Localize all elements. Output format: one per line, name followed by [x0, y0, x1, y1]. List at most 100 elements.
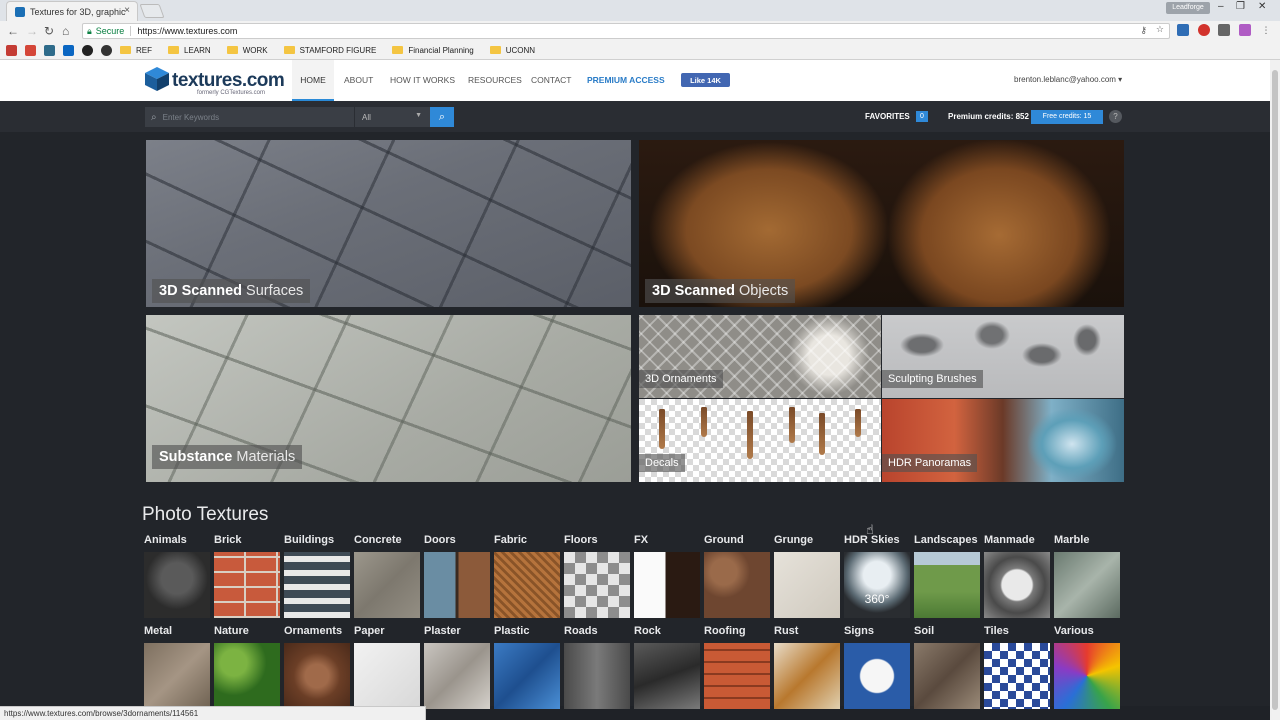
category-tiles[interactable]: Tiles — [984, 625, 1050, 709]
search-button[interactable]: ⌕ — [430, 107, 454, 127]
category-thumbnail[interactable] — [634, 643, 700, 709]
user-account-menu[interactable]: brenton.leblanc@yahoo.com ▾ — [1014, 75, 1122, 84]
extension-2-icon[interactable] — [1198, 24, 1210, 36]
logo-cube-icon[interactable] — [144, 66, 170, 92]
category-thumbnail[interactable] — [354, 643, 420, 709]
bookmark-star-icon[interactable]: ☆ — [1156, 24, 1164, 35]
nav-about[interactable]: ABOUT — [344, 60, 373, 101]
url-text[interactable]: https://www.textures.com — [137, 26, 237, 36]
profile-badge[interactable]: Leadforge — [1166, 2, 1210, 14]
category-thumbnail[interactable] — [494, 552, 560, 618]
omnibox[interactable]: 🔒︎ Secure https://www.textures.com ⚷ ☆ — [82, 23, 1170, 39]
search-input[interactable]: ⌕ Enter Keywords — [145, 107, 354, 127]
free-credits-button[interactable]: Free credits: 15 — [1031, 110, 1103, 124]
category-brick[interactable]: Brick — [214, 534, 280, 618]
bulb-icon[interactable] — [101, 44, 112, 56]
category-plastic[interactable]: Plastic — [494, 625, 560, 709]
category-thumbnail[interactable] — [844, 643, 910, 709]
category-ornaments[interactable]: Ornaments — [284, 625, 350, 709]
category-buildings[interactable]: Buildings — [284, 534, 350, 618]
category-thumbnail[interactable] — [214, 643, 280, 709]
category-metal[interactable]: Metal — [144, 625, 210, 709]
minimize-button[interactable]: – — [1218, 1, 1224, 12]
mail-icon[interactable] — [6, 44, 17, 56]
tab-close-icon[interactable]: × — [124, 5, 130, 16]
category-thumbnail[interactable] — [704, 552, 770, 618]
nav-how-it-works[interactable]: HOW IT WORKS — [390, 60, 455, 101]
category-plaster[interactable]: Plaster — [424, 625, 490, 709]
key-icon[interactable]: ⚷ — [1140, 25, 1147, 36]
bookmark-ref[interactable]: REF — [120, 46, 152, 55]
category-fx[interactable]: FX — [634, 534, 700, 618]
category-floors[interactable]: Floors — [564, 534, 630, 618]
category-thumbnail[interactable] — [1054, 643, 1120, 709]
category-thumbnail[interactable] — [144, 643, 210, 709]
gmail-icon[interactable] — [25, 44, 36, 56]
extension-1-icon[interactable] — [1177, 24, 1189, 36]
extension-4-icon[interactable] — [1239, 24, 1251, 36]
category-concrete[interactable]: Concrete — [354, 534, 420, 618]
category-rust[interactable]: Rust — [774, 625, 840, 709]
forward-arrow-icon[interactable]: → — [26, 24, 38, 38]
menu-icon[interactable]: ⋮ — [1260, 24, 1272, 36]
bookmark-stamford-figure[interactable]: STAMFORD FIGURE — [283, 46, 376, 55]
category-soil[interactable]: Soil — [914, 625, 980, 709]
category-thumbnail[interactable] — [284, 552, 350, 618]
category-thumbnail[interactable] — [914, 552, 980, 618]
extension-3-icon[interactable] — [1218, 24, 1230, 36]
category-thumbnail[interactable] — [354, 552, 420, 618]
category-thumbnail[interactable] — [914, 643, 980, 709]
category-manmade[interactable]: Manmade — [984, 534, 1050, 618]
category-marble[interactable]: Marble — [1054, 534, 1120, 618]
category-fabric[interactable]: Fabric — [494, 534, 560, 618]
category-select[interactable]: All ▼ — [355, 107, 430, 127]
tile-3d-scanned-surfaces[interactable]: 3D Scanned Surfaces — [146, 140, 631, 307]
category-various[interactable]: Various — [1054, 625, 1120, 709]
favorites-link[interactable]: FAVORITES — [865, 112, 910, 121]
new-tab-button[interactable] — [139, 4, 165, 18]
bookmark-work[interactable]: WORK — [226, 46, 268, 55]
scrollbar-thumb[interactable] — [1272, 70, 1278, 710]
facebook-like-button[interactable]: Like 14K — [681, 73, 730, 87]
close-window-button[interactable]: ✕ — [1258, 1, 1266, 12]
nav-contact[interactable]: CONTACT — [531, 60, 571, 101]
tile-substance-materials[interactable]: Substance Materials — [146, 315, 631, 482]
tile-sculpting-brushes[interactable]: Sculpting Brushes — [882, 315, 1124, 398]
category-signs[interactable]: Signs — [844, 625, 910, 709]
category-thumbnail[interactable] — [774, 643, 840, 709]
browser-tab[interactable]: Textures for 3D, graphic × — [6, 1, 138, 21]
category-thumbnail[interactable] — [144, 552, 210, 618]
category-thumbnail[interactable] — [634, 552, 700, 618]
category-ground[interactable]: Ground — [704, 534, 770, 618]
category-thumbnail[interactable] — [214, 552, 280, 618]
category-roofing[interactable]: Roofing — [704, 625, 770, 709]
category-thumbnail[interactable] — [494, 643, 560, 709]
category-thumbnail[interactable] — [284, 643, 350, 709]
category-thumbnail[interactable] — [424, 643, 490, 709]
category-thumbnail[interactable] — [1054, 552, 1120, 618]
nav-home[interactable]: HOME — [292, 60, 334, 101]
restore-button[interactable]: ❐ — [1236, 1, 1245, 12]
category-rock[interactable]: Rock — [634, 625, 700, 709]
tile-3d-scanned-objects[interactable]: 3D Scanned Objects — [639, 140, 1124, 307]
category-grunge[interactable]: Grunge — [774, 534, 840, 618]
category-landscapes[interactable]: Landscapes — [914, 534, 980, 618]
bookmark-learn[interactable]: LEARN — [168, 46, 211, 55]
category-thumbnail[interactable] — [564, 643, 630, 709]
nav-resources[interactable]: RESOURCES — [468, 60, 522, 101]
app-icon[interactable] — [44, 44, 55, 56]
category-thumbnail[interactable] — [424, 552, 490, 618]
tile-hdr-panoramas[interactable]: HDR Panoramas — [882, 399, 1124, 482]
tile-3d-ornaments[interactable]: 3D Ornaments — [639, 315, 881, 398]
linkedin-icon[interactable] — [63, 44, 74, 56]
home-icon[interactable]: ⌂ — [62, 24, 69, 38]
category-thumbnail[interactable] — [774, 552, 840, 618]
bookmark-financial-planning[interactable]: Financial Planning — [392, 46, 474, 55]
tile-decals[interactable]: Decals — [639, 399, 881, 482]
back-arrow-icon[interactable]: ← — [7, 24, 19, 38]
category-doors[interactable]: Doors — [424, 534, 490, 618]
bookmark-uconn[interactable]: UCONN — [489, 46, 535, 55]
category-hdr-skies[interactable]: HDR Skies 360° — [844, 534, 910, 618]
category-thumbnail[interactable] — [984, 643, 1050, 709]
category-nature[interactable]: Nature — [214, 625, 280, 709]
